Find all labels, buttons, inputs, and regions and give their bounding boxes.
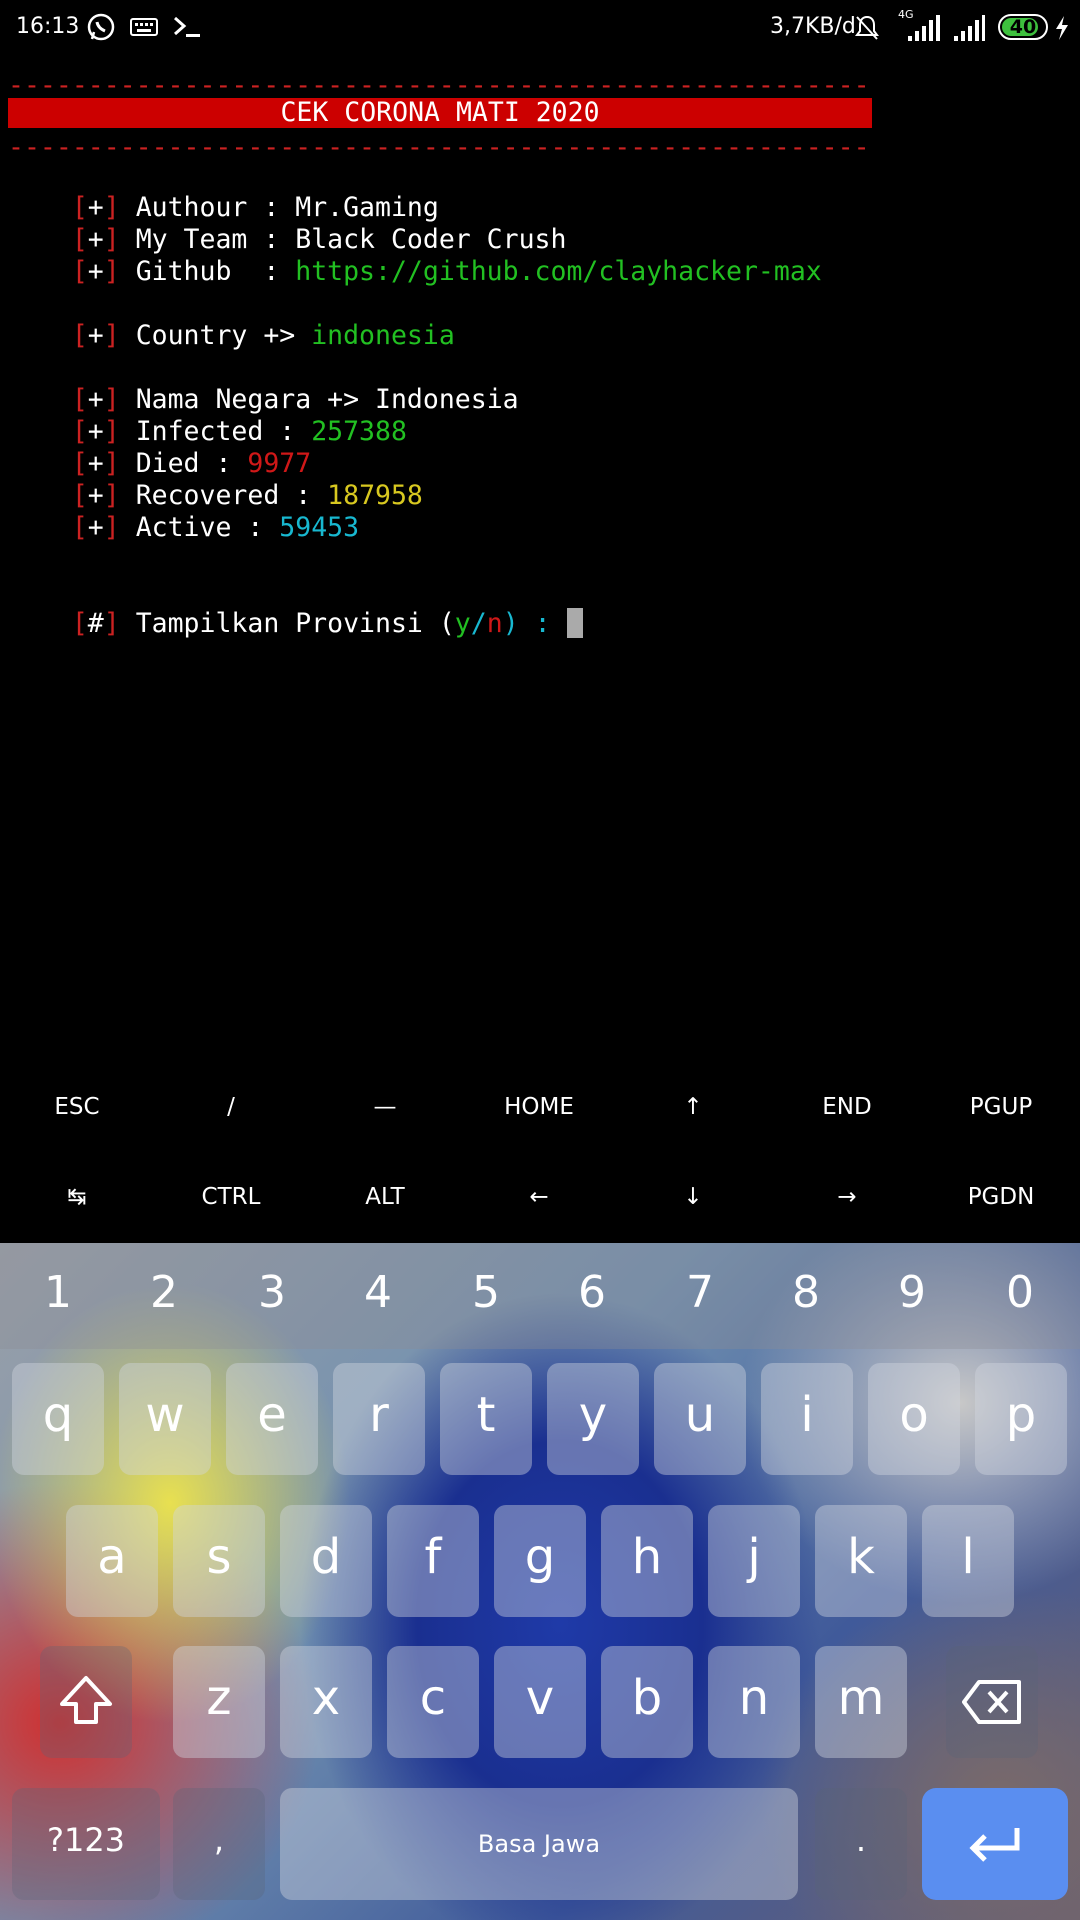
key-t[interactable]: t [440, 1363, 532, 1475]
status-time: 16:13 [16, 14, 80, 39]
key-8[interactable]: 8 [776, 1267, 836, 1318]
status-bar: 16:13 3,7KB/d 4G 40 [0, 0, 1080, 56]
key-1[interactable]: 1 [28, 1267, 88, 1318]
key-v[interactable]: v [494, 1646, 586, 1758]
key-r[interactable]: r [333, 1363, 425, 1475]
result-died: [+] Died : 9977 [71, 448, 312, 479]
symbols-key[interactable]: ?123 [12, 1788, 160, 1900]
info-line-team: [+] My Team : Black Coder Crush [71, 224, 567, 255]
comma-key[interactable]: , [173, 1788, 265, 1900]
key-q[interactable]: q [12, 1363, 104, 1475]
key-h[interactable]: h [601, 1505, 693, 1617]
arrow-right-key[interactable]: → [770, 1184, 924, 1210]
battery-icon: 40 [998, 14, 1048, 40]
result-country-name: [+] Nama Negara +> Indonesia [71, 384, 519, 415]
key-m[interactable]: m [815, 1646, 907, 1758]
result-active: [+] Active : 59453 [71, 512, 360, 543]
key-4[interactable]: 4 [348, 1267, 408, 1318]
terminal-output[interactable]: ----------------------------------------… [8, 70, 1072, 1070]
key-w[interactable]: w [119, 1363, 211, 1475]
alt-key[interactable]: ALT [308, 1184, 462, 1210]
key-x[interactable]: x [280, 1646, 372, 1758]
arrow-down-key[interactable]: ↓ [616, 1184, 770, 1210]
key-d[interactable]: d [280, 1505, 372, 1617]
terminal-icon [172, 14, 202, 46]
key-y[interactable]: y [547, 1363, 639, 1475]
key-j[interactable]: j [708, 1505, 800, 1617]
signal-icon [906, 14, 944, 48]
home-key[interactable]: HOME [462, 1094, 616, 1120]
period-key[interactable]: . [815, 1788, 907, 1900]
key-k[interactable]: k [815, 1505, 907, 1617]
arrow-up-key[interactable]: ↑ [616, 1094, 770, 1120]
key-7[interactable]: 7 [670, 1267, 730, 1318]
shift-icon [60, 1676, 112, 1724]
key-z[interactable]: z [173, 1646, 265, 1758]
end-key[interactable]: END [770, 1094, 924, 1120]
key-2[interactable]: 2 [134, 1267, 194, 1318]
text-cursor [566, 608, 583, 638]
key-l[interactable]: l [922, 1505, 1014, 1617]
key-f[interactable]: f [387, 1505, 479, 1617]
key-5[interactable]: 5 [456, 1267, 516, 1318]
whatsapp-icon [86, 12, 116, 48]
shift-key[interactable] [40, 1646, 132, 1758]
key-i[interactable]: i [761, 1363, 853, 1475]
result-infected: [+] Infected : 257388 [71, 416, 407, 447]
key-s[interactable]: s [173, 1505, 265, 1617]
soft-keyboard: 1 2 3 4 5 6 7 8 9 0 q w e r t y u i o p … [0, 1243, 1080, 1920]
dash-key[interactable]: — [308, 1094, 462, 1120]
country-line: [+] Country +> indonesia [71, 320, 455, 351]
info-line-author: [+] Authour : Mr.Gaming [71, 192, 439, 223]
banner-title: CEK CORONA MATI 2020 [8, 98, 872, 128]
key-n[interactable]: n [708, 1646, 800, 1758]
key-0[interactable]: 0 [990, 1267, 1050, 1318]
net-speed: 3,7KB/d [770, 14, 856, 39]
result-recovered: [+] Recovered : 187958 [71, 480, 423, 511]
pgup-key[interactable]: PGUP [924, 1094, 1078, 1120]
key-g[interactable]: g [494, 1505, 586, 1617]
country-value: indonesia [311, 320, 455, 351]
charging-icon [1054, 16, 1070, 46]
key-b[interactable]: b [601, 1646, 693, 1758]
key-6[interactable]: 6 [562, 1267, 622, 1318]
key-9[interactable]: 9 [882, 1267, 942, 1318]
tab-key[interactable]: ↹ [0, 1184, 154, 1210]
keyboard-icon [130, 16, 158, 44]
key-3[interactable]: 3 [242, 1267, 302, 1318]
active-value: 59453 [279, 512, 360, 543]
slash-key[interactable]: / [154, 1094, 308, 1120]
key-e[interactable]: e [226, 1363, 318, 1475]
signal-icon-2 [952, 14, 986, 48]
key-p[interactable]: p [975, 1363, 1067, 1475]
key-o[interactable]: o [868, 1363, 960, 1475]
github-link[interactable]: https://github.com/clayhacker-max [295, 256, 822, 287]
ctrl-key[interactable]: CTRL [154, 1184, 308, 1210]
enter-icon [969, 1828, 1020, 1862]
key-u[interactable]: u [654, 1363, 746, 1475]
battery-level: 40 [1009, 16, 1037, 38]
space-key[interactable]: Basa Jawa [280, 1788, 798, 1900]
number-row: 1 2 3 4 5 6 7 8 9 0 [0, 1243, 1080, 1349]
infected-value: 257388 [311, 416, 407, 447]
key-a[interactable]: a [66, 1505, 158, 1617]
arrow-left-key[interactable]: ← [462, 1184, 616, 1210]
esc-key[interactable]: ESC [0, 1094, 154, 1120]
backspace-icon [962, 1680, 1021, 1724]
enter-key[interactable] [922, 1788, 1068, 1900]
info-line-github: [+] Github : https://github.com/clayhack… [71, 256, 822, 287]
province-prompt[interactable]: [#] Tampilkan Provinsi (y/n) : [8, 576, 583, 639]
bell-off-icon [854, 14, 880, 48]
pgdn-key[interactable]: PGDN [924, 1184, 1078, 1210]
key-c[interactable]: c [387, 1646, 479, 1758]
backspace-key[interactable] [946, 1646, 1038, 1758]
